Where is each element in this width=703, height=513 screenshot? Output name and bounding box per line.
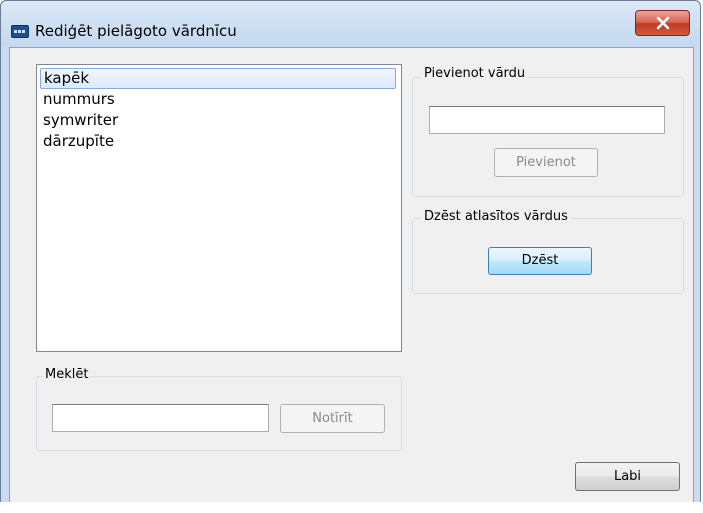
word-listbox[interactable]: kapēk nummurs symwriter dārzupīte — [36, 64, 402, 352]
close-icon — [656, 16, 670, 30]
add-word-group-label: Pievienot vārdu — [422, 66, 528, 81]
ok-button[interactable]: Labi — [575, 462, 680, 491]
title-bar[interactable]: Rediģēt pielāgoto vārdnīcu — [1, 1, 700, 47]
window-bottom-edge — [0, 502, 703, 513]
add-word-input[interactable] — [429, 106, 665, 134]
close-button[interactable] — [635, 10, 690, 36]
add-button[interactable]: Pievienot — [494, 148, 598, 177]
add-word-group — [412, 77, 684, 197]
delete-button[interactable]: Dzēst — [488, 247, 592, 275]
list-item[interactable]: dārzupīte — [40, 131, 396, 152]
dialog-window: Rediģēt pielāgoto vārdnīcu kapēk nummurs… — [0, 0, 701, 511]
app-icon — [11, 25, 29, 38]
search-group-label: Meklēt — [43, 367, 91, 382]
dialog-client-area: kapēk nummurs symwriter dārzupīte Pievie… — [9, 47, 694, 503]
list-item[interactable]: nummurs — [40, 89, 396, 110]
list-item[interactable]: symwriter — [40, 110, 396, 131]
clear-button[interactable]: Notīrīt — [280, 404, 385, 433]
search-input[interactable] — [52, 404, 269, 432]
delete-words-group-label: Dzēst atlasītos vārdus — [422, 209, 570, 224]
list-item[interactable]: kapēk — [40, 68, 396, 89]
window-title: Rediģēt pielāgoto vārdnīcu — [35, 22, 237, 40]
